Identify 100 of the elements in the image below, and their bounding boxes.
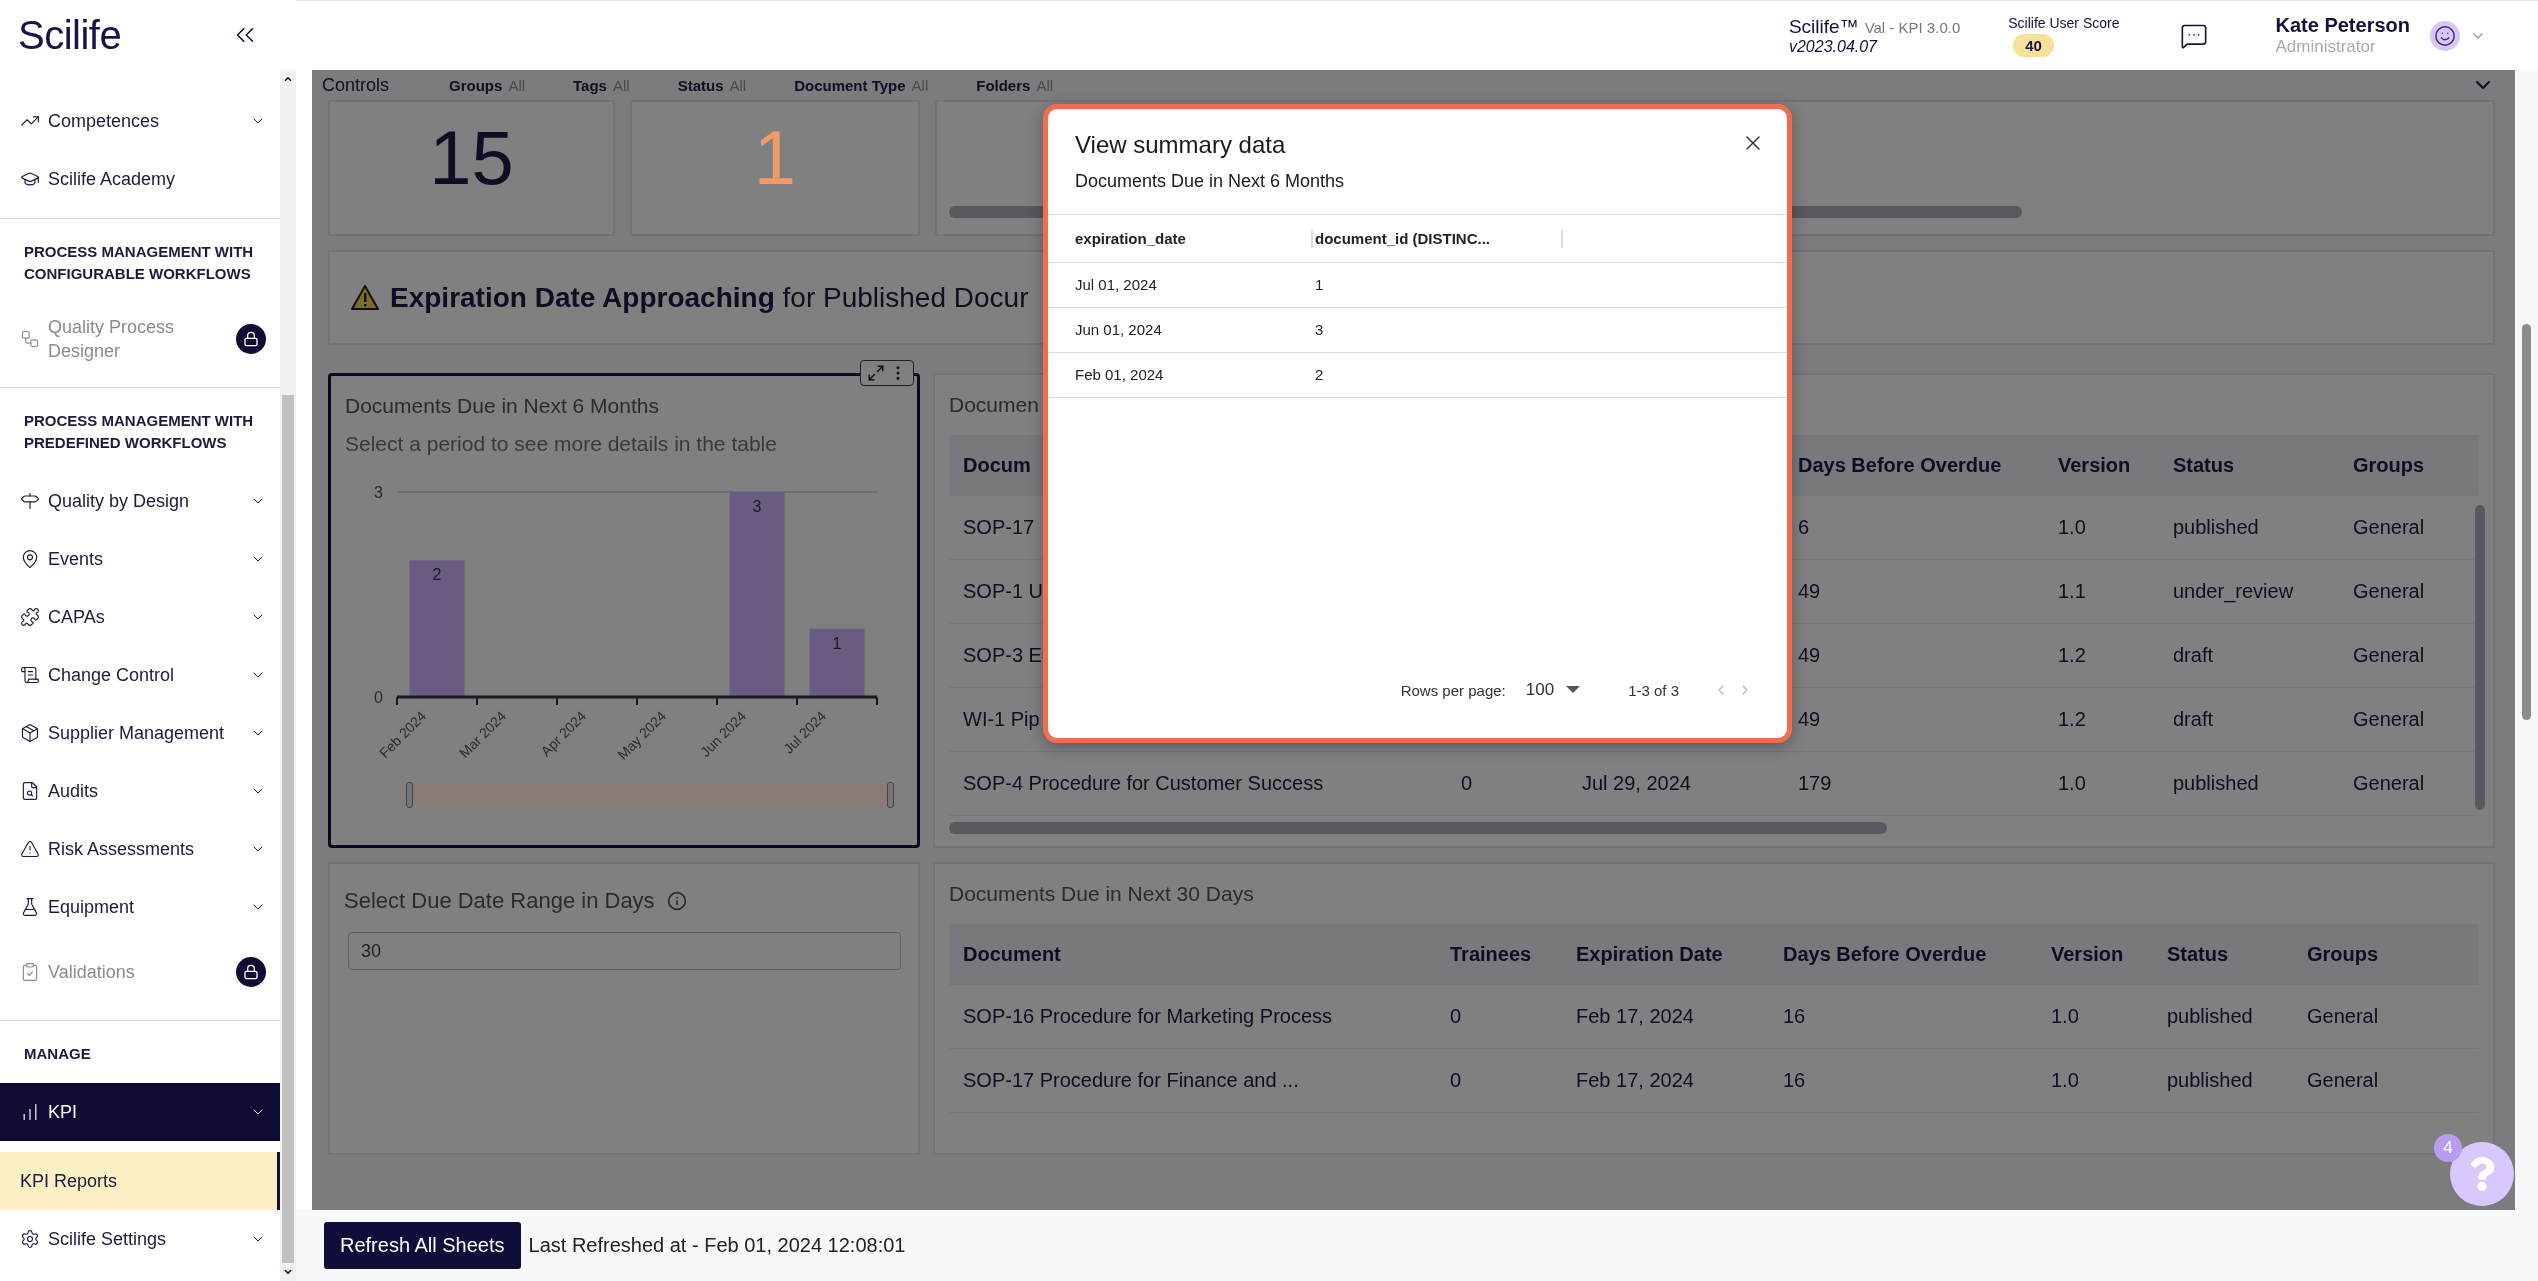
puzzle-icon <box>20 607 40 627</box>
column-header[interactable]: Version <box>2037 942 2153 966</box>
rows-per-page-select[interactable]: 100 <box>1525 680 1581 700</box>
table-cell-text: under_review <box>2172 580 2295 603</box>
table-cell-text: 49 <box>1797 644 1822 667</box>
column-header[interactable]: Version <box>2044 453 2159 477</box>
card-title: Documents Due in Next 30 Days <box>948 881 1254 906</box>
edition-label: Val - KPI 3.0.0 <box>1864 18 1961 36</box>
table-cell-text: 49 <box>1797 580 1822 603</box>
scroll-up-icon[interactable] <box>283 74 293 84</box>
table-cell-text: 1.0 <box>2050 1005 2080 1028</box>
sidebar-item[interactable]: Change Control <box>0 646 280 704</box>
user-role: Administrator <box>2275 37 2377 57</box>
sidebar-scrollbar[interactable] <box>280 70 296 1281</box>
sidebar-item[interactable]: Quality by Design <box>0 472 280 530</box>
alert-text: Expiration Date Approaching for Published Docur <box>390 281 1029 314</box>
table-cell-text: General <box>2352 644 2426 667</box>
table-cell-text: SOP-4 Procedure for Customer Success <box>962 772 1325 795</box>
card-title: Documen <box>948 392 1039 417</box>
sidebar-item[interactable]: Events <box>0 530 280 588</box>
version-label: v2023.04.07 <box>1788 37 1879 56</box>
info-icon[interactable] <box>666 891 687 911</box>
warning-icon <box>350 284 380 311</box>
table-cell-text: 16 <box>1782 1005 1807 1028</box>
table-cell-text: 1.1 <box>2057 580 2087 603</box>
last-refreshed-text: Last Refreshed at - Feb 01, 2024 12:08:01 <box>528 1234 906 1257</box>
column-header[interactable]: Status <box>2159 453 2339 477</box>
table-cell-text: 1.0 <box>2050 1069 2080 1092</box>
dialog-title: View summary data <box>1075 131 1286 159</box>
clipboard-check-icon <box>20 962 40 982</box>
column-header[interactable]: Groups <box>2339 453 2479 477</box>
table-cell-text: SOP-1 U <box>962 580 1045 603</box>
sidebar-item[interactable]: Competences <box>0 92 280 150</box>
section-heading: MANAGE <box>23 1044 92 1064</box>
sidebar-item[interactable]: KPI <box>0 1083 280 1141</box>
value-label: 1 <box>832 634 842 652</box>
input-field[interactable]: 30 <box>348 932 901 970</box>
table-cell-text: Jul 29, 2024 <box>1581 772 1692 795</box>
avatar[interactable] <box>2430 20 2460 51</box>
table-cell-text: General <box>2306 1069 2380 1092</box>
range-slider[interactable] <box>409 784 891 806</box>
table-cell-text: published <box>2172 516 2260 539</box>
column-header[interactable]: Days Before Overdue <box>1769 942 2037 966</box>
table-cell-text: 0 <box>1460 772 1474 795</box>
logo[interactable]: Scilife <box>18 12 122 58</box>
sidebar-item[interactable]: Scilife Academy <box>0 150 280 208</box>
table-cell-text: 16 <box>1782 1069 1807 1092</box>
table-cell-text: General <box>2352 772 2426 795</box>
lock-icon <box>236 957 266 987</box>
page-scrollbar[interactable] <box>2515 70 2538 1210</box>
file-search-icon <box>20 781 40 801</box>
column-header[interactable]: Status <box>2153 942 2293 966</box>
section-heading: PROCESS MANAGEMENT WITH PREDEFINED WORKFLOWS <box>23 411 255 453</box>
sidebar-item[interactable]: Risk Assessments <box>0 820 280 878</box>
scroll-down-icon[interactable] <box>283 1267 293 1277</box>
chart-bar[interactable] <box>809 628 865 697</box>
sidebar-item[interactable]: Scilife Settings <box>0 1210 280 1268</box>
table-cell-text: published <box>2166 1005 2254 1028</box>
table-cell-text: SOP-16 Procedure for Marketing Process <box>962 1005 1334 1028</box>
table-cell: 2 <box>1315 366 1324 383</box>
sidebar-item[interactable]: Equipment <box>0 878 280 936</box>
sidebar-item[interactable]: CAPAs <box>0 588 280 646</box>
score-label: Scilife User Score <box>2008 14 2120 31</box>
table-cell-text: draft <box>2172 708 2215 731</box>
signpost-icon <box>20 491 40 511</box>
vertical-scrollbar[interactable] <box>2475 505 2485 810</box>
lock-icon <box>236 324 266 354</box>
column-header[interactable]: Expiration Date <box>1562 942 1769 966</box>
table-cell-text: published <box>2172 772 2260 795</box>
user-name: Kate Peterson <box>2275 14 2410 37</box>
column-header[interactable]: document_id (DISTINC... <box>1315 229 1490 247</box>
expand-icon[interactable] <box>867 364 885 382</box>
submenu-item[interactable]: KPI Reports <box>0 1152 280 1210</box>
sidebar-item[interactable]: Quality Process Designer <box>0 303 280 375</box>
card-title: Documents Due in Next 6 Months <box>344 393 659 418</box>
sidebar-item[interactable]: Audits <box>0 762 280 820</box>
product-name: Scilife™ <box>1788 15 1859 38</box>
table-cell: Jul 01, 2024 <box>1075 276 1157 293</box>
warning-icon <box>20 839 40 859</box>
table-cell-text: SOP-17 Procedure for Finance and ... <box>962 1069 1300 1092</box>
column-header[interactable]: expiration_date <box>1075 229 1186 247</box>
table-cell-text: draft <box>2172 644 2215 667</box>
table-cell-text: 1.2 <box>2057 708 2087 731</box>
table-cell-text: 1.2 <box>2057 644 2087 667</box>
section-heading: PROCESS MANAGEMENT WITH CONFIGURABLE WORKFLOWS <box>23 242 255 284</box>
table-cell-text: 179 <box>1797 772 1833 795</box>
column-header[interactable]: Trainees <box>1436 942 1562 966</box>
horizontal-scrollbar[interactable] <box>949 822 1887 834</box>
refresh-button[interactable]: Refresh All Sheets <box>324 1222 521 1269</box>
settings-icon <box>20 1229 40 1249</box>
pin-icon <box>20 549 40 569</box>
sidebar-item[interactable]: Supplier Management <box>0 704 280 762</box>
axis-label: 0 <box>374 689 383 706</box>
sidebar-item[interactable]: Validations <box>0 936 280 1008</box>
column-header[interactable]: Groups <box>2293 942 2479 966</box>
table-cell-text: General <box>2306 1005 2380 1028</box>
table-cell-text: published <box>2166 1069 2254 1092</box>
table-cell-text: Feb 17, 2024 <box>1575 1069 1695 1092</box>
table-cell-text: General <box>2352 708 2426 731</box>
column-header[interactable]: Document <box>949 942 1436 966</box>
